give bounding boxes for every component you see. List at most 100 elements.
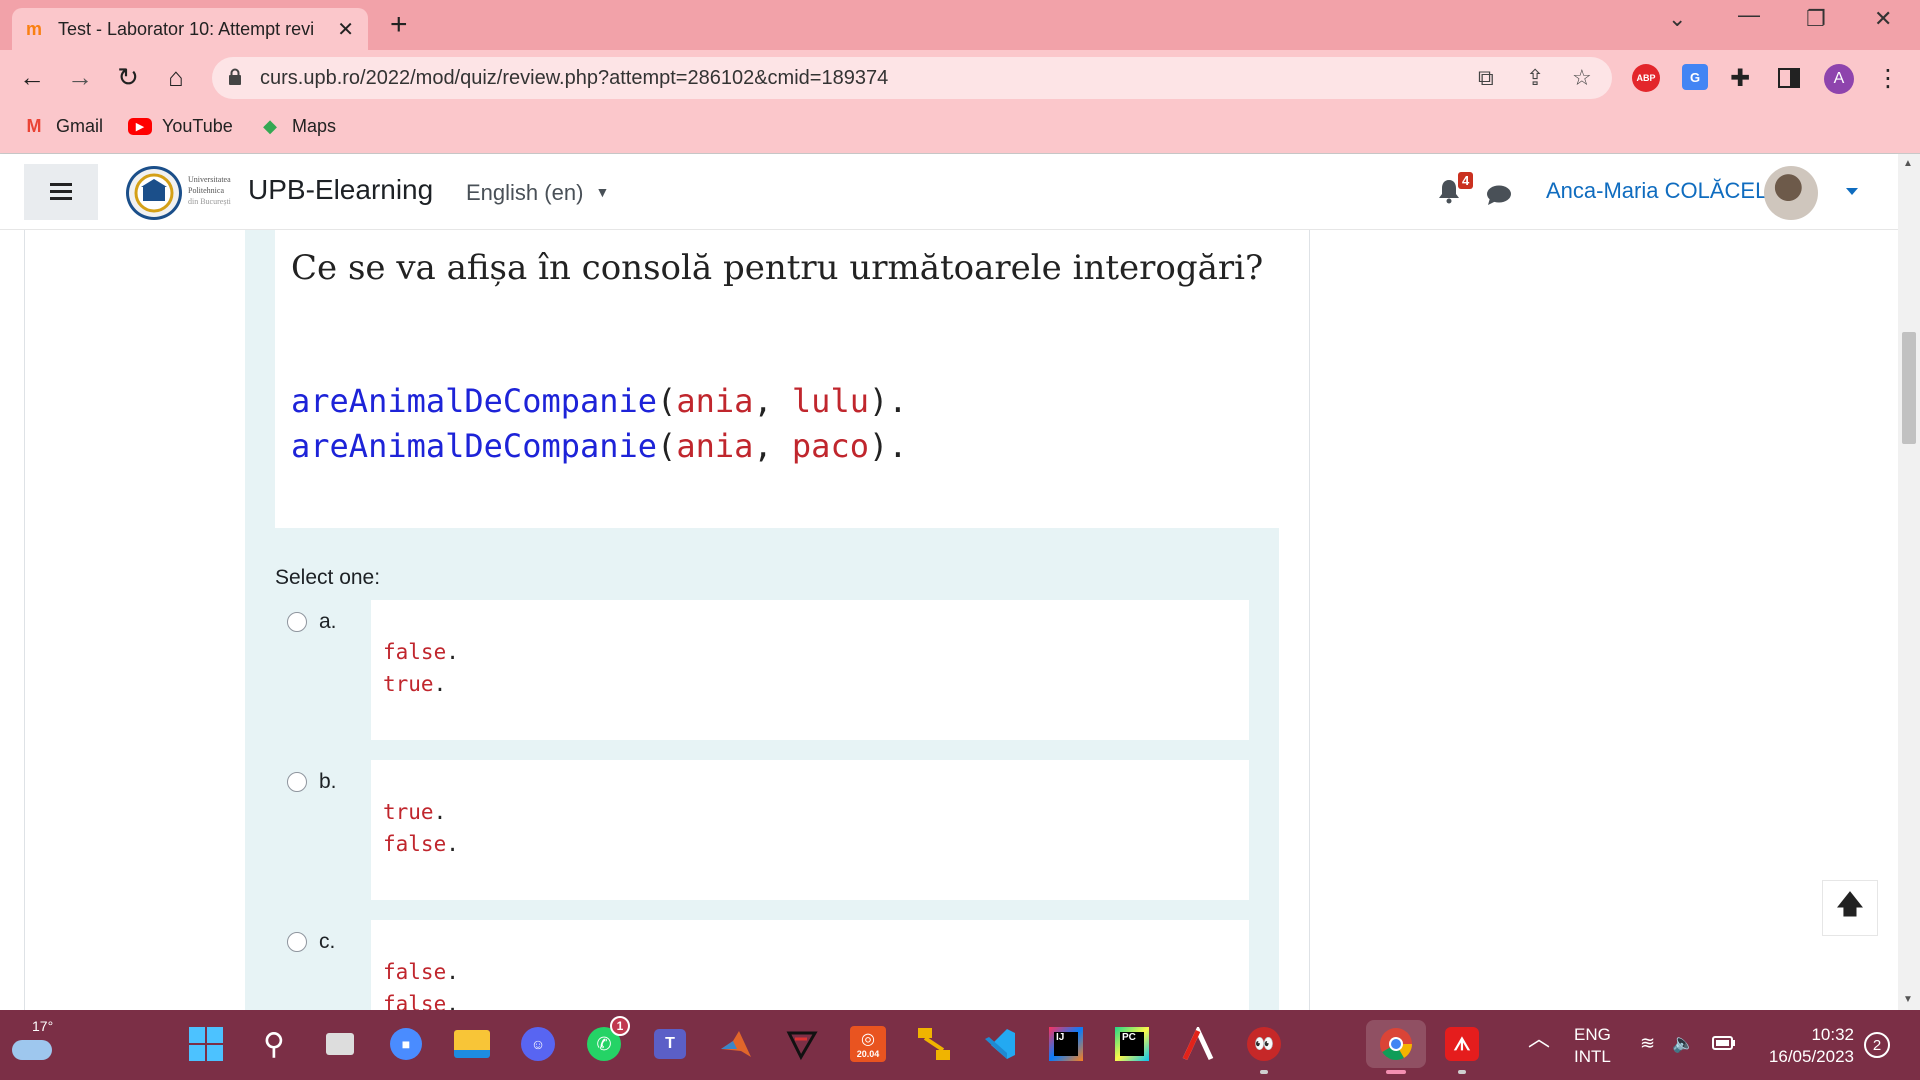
scroll-down-arrow-icon[interactable]: ▼ xyxy=(1903,994,1913,1005)
answer-value: true xyxy=(383,672,434,696)
profile-avatar[interactable]: A xyxy=(1824,64,1854,94)
whatsapp-badge: 1 xyxy=(610,1016,630,1036)
user-avatar[interactable] xyxy=(1764,166,1818,220)
windows-start-icon[interactable] xyxy=(186,1024,226,1064)
clock[interactable]: 10:32 16/05/2023 xyxy=(1760,1024,1854,1068)
clock-date: 16/05/2023 xyxy=(1768,1047,1854,1066)
radio-button[interactable] xyxy=(287,772,307,792)
forward-button[interactable]: → xyxy=(64,62,96,92)
share-icon[interactable]: ⇪ xyxy=(1526,65,1544,91)
language-menu[interactable]: English (en) ▼ xyxy=(466,180,609,206)
reload-button[interactable]: ↻ xyxy=(112,62,144,92)
university-logo[interactable] xyxy=(126,166,182,220)
site-navbar: Universitatea Politehnica din București … xyxy=(0,154,1898,230)
battery-icon[interactable] xyxy=(1712,1034,1736,1056)
close-window-button[interactable]: ✕ xyxy=(1874,6,1892,32)
close-tab-icon[interactable]: ✕ xyxy=(337,17,354,42)
youtube-icon: ▶ xyxy=(128,118,152,135)
url-text: curs.upb.ro/2022/mod/quiz/review.php?att… xyxy=(260,67,889,89)
arrow-up-icon: 🡅 xyxy=(1836,889,1864,919)
translate-page-icon[interactable]: ⧉ xyxy=(1478,65,1494,91)
maps-icon: ◆ xyxy=(263,116,277,136)
ubuntu-icon[interactable]: ◎ 20.04 xyxy=(848,1024,888,1064)
bookmark-label: YouTube xyxy=(162,116,233,136)
chrome-icon[interactable] xyxy=(1366,1020,1426,1068)
drawer-toggle-button[interactable] xyxy=(24,164,98,220)
notification-badge: 4 xyxy=(1458,172,1474,189)
vscode-icon[interactable] xyxy=(980,1024,1020,1064)
back-to-top-button[interactable]: 🡅 xyxy=(1822,880,1878,936)
pycharm-icon[interactable]: PC xyxy=(1112,1024,1152,1064)
answer-option-b[interactable]: b. true. false. xyxy=(287,760,1267,900)
bookmark-star-icon[interactable]: ☆ xyxy=(1572,65,1592,91)
bell-icon[interactable] xyxy=(1438,178,1460,204)
tab-search-icon[interactable]: ⌄ xyxy=(1668,6,1686,32)
site-brand[interactable]: UPB-Elearning xyxy=(248,174,433,206)
option-letter: c. xyxy=(319,930,336,953)
windows-taskbar: 17° ⚲ ■ ☺ ✆ 1 T ◎ 20.04 IJ PC 👀 ᗑ ︿ ENG … xyxy=(0,1010,1920,1080)
new-tab-button[interactable]: + xyxy=(390,10,408,40)
language-code: ENG xyxy=(1574,1025,1611,1044)
code-arg: ania xyxy=(676,382,754,420)
user-menu-caret-icon[interactable] xyxy=(1846,188,1858,195)
teams-icon[interactable]: T xyxy=(650,1024,690,1064)
language-indicator[interactable]: ENG INTL xyxy=(1574,1024,1611,1068)
radio-button[interactable] xyxy=(287,932,307,952)
page-scrollbar[interactable]: ▲ ▼ xyxy=(1898,154,1920,1010)
task-view-icon[interactable] xyxy=(320,1024,360,1064)
active-indicator xyxy=(1386,1070,1406,1074)
question-text-box: Ce se va afișa în consolă pentru următoa… xyxy=(275,230,1279,528)
side-panel-icon[interactable] xyxy=(1778,64,1800,92)
bookmark-youtube[interactable]: ▶ YouTube xyxy=(128,116,233,137)
discord-icon[interactable]: ☺ xyxy=(518,1024,558,1064)
bookmark-maps[interactable]: ◆ Maps xyxy=(258,116,336,137)
among-us-icon[interactable]: 👀 xyxy=(1244,1024,1284,1064)
volume-icon[interactable]: 🔈 xyxy=(1672,1032,1694,1054)
notification-center-badge[interactable]: 2 xyxy=(1864,1032,1890,1058)
matlab-icon[interactable] xyxy=(716,1024,756,1064)
code-line: areAnimalDeCompanie(ania, lulu). xyxy=(291,382,908,420)
code-arg: lulu xyxy=(791,382,869,420)
messages-icon[interactable] xyxy=(1486,184,1512,206)
git-kraken-icon[interactable] xyxy=(914,1024,954,1064)
tab-strip: m Test - Laborator 10: Attempt revi ✕ + … xyxy=(0,0,1920,50)
zoom-icon[interactable]: ■ xyxy=(386,1024,426,1064)
logisim-icon[interactable] xyxy=(782,1024,822,1064)
home-button[interactable]: ⌂ xyxy=(160,62,192,92)
bookmarks-bar: M Gmail ▶ YouTube ◆ Maps xyxy=(0,106,1920,154)
lock-icon xyxy=(229,68,241,85)
cloud-icon xyxy=(12,1040,52,1060)
answer-option-c[interactable]: c. false. false. xyxy=(287,920,1267,1010)
radio-button[interactable] xyxy=(287,612,307,632)
whatsapp-icon[interactable]: ✆ 1 xyxy=(584,1016,630,1064)
divider xyxy=(1309,230,1310,1010)
minimize-button[interactable]: — xyxy=(1738,2,1760,28)
archicad-icon[interactable] xyxy=(1178,1024,1218,1064)
user-name[interactable]: Anca-Maria COLĂCEL xyxy=(1546,178,1767,204)
scrollbar-thumb[interactable] xyxy=(1902,332,1916,444)
clock-time: 10:32 xyxy=(1811,1025,1854,1044)
intellij-icon[interactable]: IJ xyxy=(1046,1024,1086,1064)
acrobat-icon[interactable]: ᗑ xyxy=(1442,1024,1482,1064)
back-button[interactable]: ← xyxy=(16,62,48,92)
google-translate-icon[interactable]: G xyxy=(1682,64,1708,90)
search-icon[interactable]: ⚲ xyxy=(254,1024,294,1064)
weather-widget[interactable]: 17° xyxy=(12,1018,56,1068)
extensions-puzzle-icon[interactable]: ✚ xyxy=(1730,64,1750,92)
scroll-up-arrow-icon[interactable]: ▲ xyxy=(1903,158,1913,169)
page-content: Ce se va afișa în consolă pentru următoa… xyxy=(0,230,1898,1010)
bookmark-label: Gmail xyxy=(56,116,104,136)
restore-button[interactable]: ❐ xyxy=(1806,6,1826,32)
caret-down-icon: ▼ xyxy=(595,184,610,200)
file-explorer-icon[interactable] xyxy=(452,1024,492,1064)
running-indicator xyxy=(1458,1070,1466,1074)
answer-option-a[interactable]: a. false. true. xyxy=(287,600,1267,740)
adblock-icon[interactable]: ABP xyxy=(1632,64,1660,92)
logo-text-line: Universitatea xyxy=(188,175,231,184)
wifi-icon[interactable]: ≋ xyxy=(1640,1032,1655,1054)
browser-tab[interactable]: m Test - Laborator 10: Attempt revi ✕ xyxy=(12,8,368,50)
address-bar[interactable]: curs.upb.ro/2022/mod/quiz/review.php?att… xyxy=(212,57,1612,99)
menu-kebab-icon[interactable]: ⋮ xyxy=(1876,64,1900,92)
bookmark-gmail[interactable]: M Gmail xyxy=(22,116,104,137)
show-hidden-icons-chevron-icon[interactable]: ︿ xyxy=(1528,1028,1550,1050)
